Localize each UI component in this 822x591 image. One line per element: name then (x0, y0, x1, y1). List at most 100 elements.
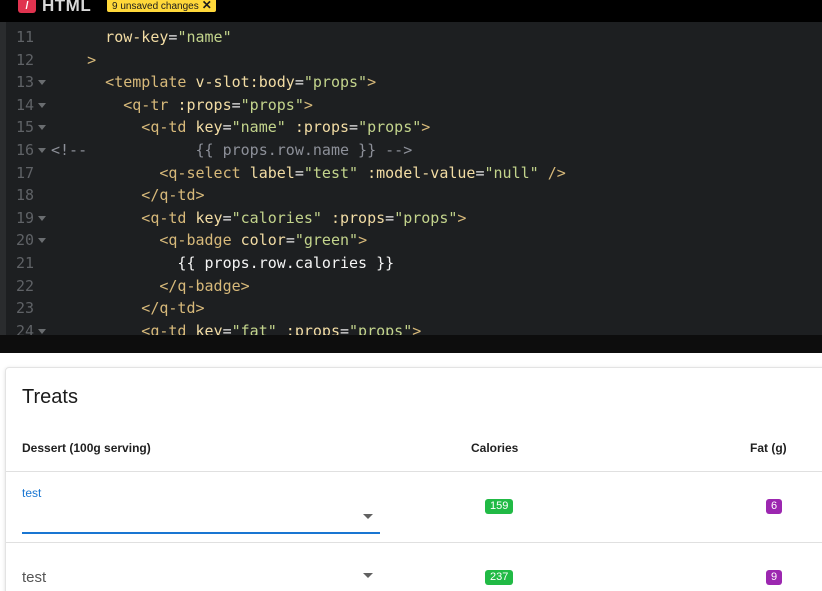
code-line[interactable]: 16 <!-- {{ props.row.name }} --> (6, 139, 822, 162)
code-line[interactable]: 19 <q-td key="calories" :props="props"> (6, 207, 822, 230)
code-token: = (294, 73, 304, 92)
code-line[interactable]: 15 <q-td key="name" :props="props"> (6, 116, 822, 139)
code-text: <q-tr :props="props"> (51, 94, 313, 117)
fold-arrow-icon[interactable] (38, 125, 46, 131)
code-text: <q-td key="fat" :props="props"> (51, 320, 421, 335)
column-header-fat[interactable]: Fat (g) (750, 441, 787, 455)
code-token: :props (177, 95, 232, 114)
code-token: > (358, 231, 368, 250)
unsaved-changes-label: 9 unsaved changes (112, 1, 199, 12)
line-number: 14 (15, 95, 34, 114)
code-token: /> (538, 163, 566, 182)
dessert-select[interactable]: test (22, 486, 380, 534)
code-token: <q-badge (51, 231, 241, 250)
code-token: > (303, 95, 313, 114)
code-line[interactable]: 14 <q-tr :props="props"> (6, 94, 822, 117)
code-token: <q-tr (51, 95, 178, 114)
line-number: 17 (15, 163, 34, 182)
code-line[interactable]: 17 <q-select label="test" :model-value="… (6, 162, 822, 185)
code-token: = (385, 208, 395, 227)
code-token: "props" (358, 118, 422, 137)
code-token: = (222, 118, 232, 137)
code-token: <!-- {{ props.row.name }} --> (51, 141, 413, 159)
line-number: 21 (15, 254, 34, 272)
html-logo-icon: / (18, 0, 36, 13)
fold-arrow-icon[interactable] (38, 328, 46, 334)
code-token: "props" (394, 208, 458, 227)
fold-arrow-icon[interactable] (38, 215, 46, 221)
treats-table-card: Treats Dessert (100g serving) Calories F… (5, 367, 822, 591)
select-label: test (22, 486, 42, 500)
code-line[interactable]: 11 row-key="name" (6, 26, 822, 49)
fold-arrow-icon[interactable] (38, 148, 46, 153)
code-token: "green" (294, 231, 359, 250)
code-text: <!-- {{ props.row.name }} --> (51, 139, 412, 162)
code-line[interactable]: 24 <q-td key="fat" :props="props"> (6, 320, 822, 335)
code-line[interactable]: 20 <q-badge color="green"> (6, 229, 822, 252)
code-token: = (222, 321, 232, 335)
code-token: </q-badge> (51, 276, 250, 295)
line-number: 23 (15, 299, 34, 318)
code-token: <q-td (51, 118, 196, 137)
chevron-down-icon[interactable] (363, 573, 373, 578)
code-token: </q-td> (51, 299, 205, 318)
code-token: "calories" (231, 208, 322, 227)
code-token: row-key (51, 28, 169, 46)
close-icon[interactable]: ✕ (202, 0, 212, 12)
code-token: > (457, 208, 467, 227)
code-text: </q-td> (51, 297, 205, 320)
fold-arrow-icon[interactable] (38, 102, 46, 108)
code-token: :model-value (358, 163, 476, 182)
code-token: "name" (177, 28, 232, 46)
unsaved-changes-badge[interactable]: 9 unsaved changes ✕ (107, 0, 216, 12)
code-line[interactable]: 12 > (6, 49, 822, 72)
code-token: = (285, 231, 295, 250)
code-line[interactable]: 23 </q-td> (6, 297, 822, 320)
code-token: > (367, 73, 377, 92)
code-token: <q-td (51, 208, 196, 227)
line-number: 16 (15, 141, 34, 159)
code-text: </q-badge> (51, 275, 250, 298)
code-token: color (240, 231, 286, 250)
line-number: 11 (15, 28, 34, 46)
code-token: = (349, 118, 359, 137)
chevron-down-icon[interactable] (363, 514, 373, 519)
code-token: "props" (240, 95, 304, 114)
code-line[interactable]: 13 <template v-slot:body="props"> (6, 71, 822, 94)
column-header-dessert[interactable]: Dessert (100g serving) (22, 441, 151, 455)
fat-badge: 6 (766, 499, 783, 514)
editor-header: / HTML 9 unsaved changes ✕ (0, 0, 822, 22)
line-number: 18 (15, 186, 34, 205)
calories-badge: 237 (485, 570, 514, 585)
column-header-calories[interactable]: Calories (471, 441, 518, 455)
code-text: <template v-slot:body="props"> (51, 71, 376, 94)
code-line[interactable]: 21 {{ props.row.calories }} (6, 252, 822, 275)
line-number: 22 (15, 276, 34, 295)
code-token: key (195, 118, 223, 137)
code-text: <q-td key="name" :props="props"> (51, 116, 430, 139)
code-text: {{ props.row.calories }} (51, 252, 394, 275)
calories-badge: 159 (485, 499, 514, 514)
select-focus-underline (22, 532, 380, 534)
code-token: :props (276, 321, 340, 335)
code-token: v-slot:body (195, 73, 295, 92)
line-number: 24 (15, 321, 34, 335)
line-number: 12 (15, 50, 34, 69)
code-line[interactable]: 18 </q-td> (6, 184, 822, 207)
table-title: Treats (22, 386, 78, 408)
code-editor[interactable]: 11 row-key="name" 12 >13 <template v-slot… (0, 22, 822, 335)
code-text: > (51, 49, 96, 72)
code-token: key (195, 208, 223, 227)
code-token: > (412, 321, 422, 335)
code-token: label (249, 163, 295, 182)
fold-arrow-icon[interactable] (38, 238, 46, 244)
code-line[interactable]: 22 </q-badge> (6, 275, 822, 298)
code-token: = (475, 163, 485, 182)
select-label: test (22, 569, 47, 586)
code-token: {{ props.row.calories }} (51, 254, 395, 272)
code-token: "props" (349, 321, 413, 335)
code-text: <q-select label="test" :model-value="nul… (51, 162, 566, 185)
editor-scrollbar-track[interactable] (0, 335, 822, 353)
fold-arrow-icon[interactable] (38, 80, 46, 86)
dessert-select[interactable]: test (22, 545, 380, 591)
